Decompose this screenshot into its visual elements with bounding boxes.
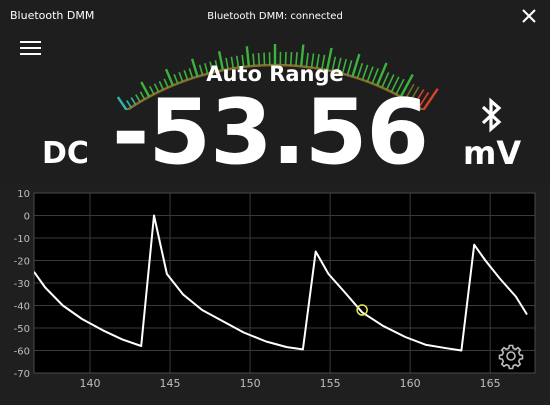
trend-chart[interactable]: 140 145 150 155 160 165 10 0 -10 -20 -30 -40 -50 -60 -…	[0, 184, 550, 405]
x-tick-label: 160	[400, 377, 421, 390]
gear-icon	[498, 344, 524, 370]
bluetooth-icon	[481, 97, 502, 133]
gauge-tick	[356, 63, 364, 79]
x-tick-label: 145	[160, 377, 181, 390]
meter-reading: -53.56	[111, 80, 429, 185]
y-tick-label: -50	[14, 324, 30, 335]
settings-button[interactable]	[497, 342, 525, 370]
gauge-tick	[190, 58, 199, 77]
x-tick-label: 140	[80, 377, 101, 390]
trend-chart-plot: 140 145 150 155 160 165 10 0 -10 -20 -30 -40 -50 -60 -…	[14, 189, 536, 390]
x-tick-label: 165	[480, 377, 501, 390]
x-tick-label: 150	[240, 377, 261, 390]
y-tick-label: -10	[14, 234, 30, 245]
y-tick-label: 10	[17, 189, 30, 200]
y-tick-label: -20	[14, 257, 30, 268]
gauge-tick	[188, 68, 194, 79]
y-tick-label: 0	[24, 212, 30, 223]
dmm-window: Bluetooth DMM Bluetooth DMM: connected A…	[0, 0, 550, 405]
measurement-mode: DC	[42, 136, 89, 171]
y-tick-label: -70	[14, 369, 30, 380]
measurement-unit: mV	[463, 134, 522, 172]
y-tick-label: -40	[14, 302, 30, 313]
x-tick-label: 155	[320, 377, 341, 390]
y-tick-label: -30	[14, 279, 30, 290]
y-tick-label: -60	[14, 347, 30, 358]
